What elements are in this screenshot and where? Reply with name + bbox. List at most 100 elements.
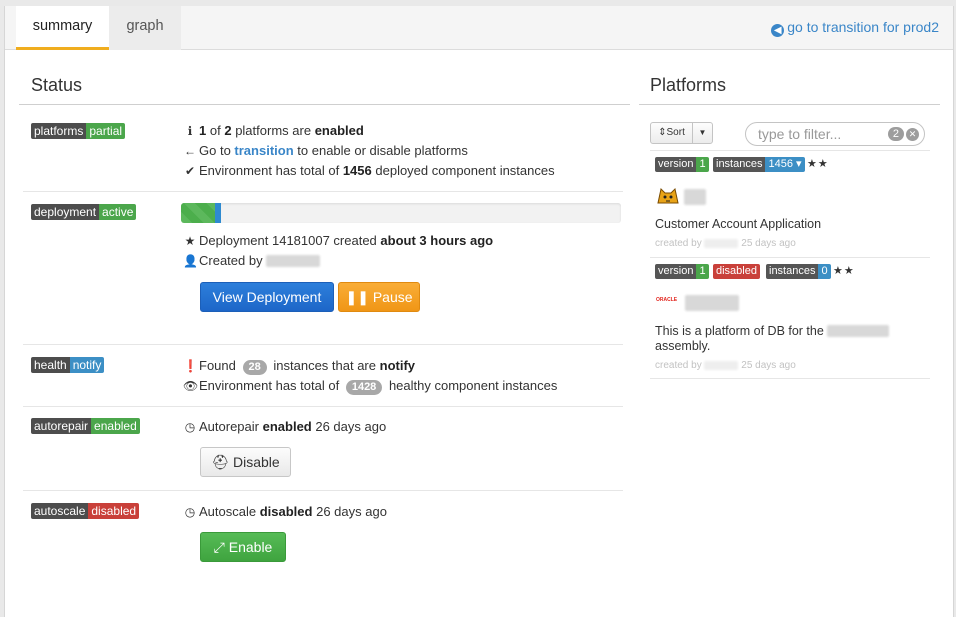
autoscale-label-value: disabled xyxy=(88,503,140,519)
disable-button-label: Disable xyxy=(232,454,280,470)
health-label-value: notify xyxy=(69,357,105,373)
instances-key: instances xyxy=(766,264,819,279)
status-heading: Status xyxy=(31,75,83,95)
instances-value: 0 xyxy=(818,264,831,279)
eye-icon: 👁 xyxy=(183,379,199,393)
health-total-line: 👁Environment has total of 1428 healthy c… xyxy=(183,376,557,396)
expand-arrows-icon: ⤢ xyxy=(213,539,225,555)
caret-down-icon[interactable]: ▼ xyxy=(693,123,712,143)
view-deployment-button[interactable]: View Deployment xyxy=(200,282,334,312)
health-label-key: health xyxy=(31,357,70,373)
platforms-total-line: ✔ Environment has total of 1456 deployed … xyxy=(183,161,555,181)
row-divider xyxy=(23,191,623,192)
version-key: version xyxy=(655,157,697,172)
row-divider xyxy=(23,406,623,407)
sort-label: Sort xyxy=(666,127,685,138)
platform-1-description: Customer Account Application xyxy=(655,217,822,231)
disabled-state: disabled xyxy=(713,264,760,279)
platform-2-version-label: version 1 xyxy=(655,264,709,279)
medkit-icon: ⛑ xyxy=(211,454,230,470)
enable-autoscale-button[interactable]: ⤢ Enable xyxy=(200,532,286,562)
redacted-assembly-name xyxy=(827,325,890,337)
clock-icon: ◷ xyxy=(184,420,196,434)
clear-filter-icon[interactable]: ✕ xyxy=(906,128,919,141)
check-circle-icon: ✔ xyxy=(184,164,196,178)
autoscale-line: ◷ Autoscale disabled 26 days ago xyxy=(183,502,387,522)
autorepair-label-value: enabled xyxy=(91,418,140,434)
go-to-transition-link[interactable]: ◀ go to transition for prod2 xyxy=(771,19,939,37)
instances-value: 1456 ▾ xyxy=(765,157,805,172)
healthy-count-badge[interactable]: 1428 xyxy=(345,380,383,395)
platforms-label-value: partial xyxy=(86,123,126,139)
platform-1-meta: created by 25 days ago xyxy=(655,238,796,249)
tomcat-logo-icon xyxy=(656,185,680,207)
main-frame: summary graph ◀ go to transition for prod… xyxy=(4,6,954,617)
arrow-circle-left-icon: ◀ xyxy=(771,24,785,37)
clock-icon: ◷ xyxy=(184,505,196,519)
notify-count-badge[interactable]: 28 xyxy=(242,360,267,375)
autorepair-label: autorepair enabled xyxy=(31,418,140,434)
exclamation-circle-icon: ❗ xyxy=(183,359,198,373)
platforms-transition-line: ← Go to transition to enable or disable p… xyxy=(183,141,468,161)
platforms-divider xyxy=(639,104,940,105)
row-divider xyxy=(23,490,623,491)
platforms-label-key: platforms xyxy=(31,123,87,139)
platform-2-disabled-label: disabled xyxy=(713,264,760,279)
platform-2-instances-label[interactable]: instances 0 xyxy=(766,264,831,279)
status-divider xyxy=(19,104,630,105)
disable-autorepair-button[interactable]: ⛑ Disable xyxy=(200,447,291,477)
platform-2-meta: created by 25 days ago xyxy=(655,360,796,371)
autoscale-label: autoscale disabled xyxy=(31,503,140,519)
platforms-heading: Platforms xyxy=(650,75,727,95)
row-divider xyxy=(23,344,623,345)
platform-divider xyxy=(650,378,930,379)
redacted-creator xyxy=(704,361,739,370)
version-value: 1 xyxy=(696,264,709,279)
pause-icon: ❚❚ xyxy=(345,289,369,305)
sort-icon: ⇕ xyxy=(658,127,667,138)
redacted-platform-name xyxy=(684,189,706,205)
transition-link[interactable]: transition xyxy=(234,143,293,158)
oracle-logo-icon: ORACLE xyxy=(656,297,678,303)
redacted-creator xyxy=(704,239,739,248)
deployment-progress-bar xyxy=(181,203,621,223)
user-icon: 👤 xyxy=(183,254,198,268)
autorepair-label-key: autorepair xyxy=(31,418,92,434)
version-key: version xyxy=(655,264,697,279)
platform-2-stars: ★★ xyxy=(833,265,855,277)
pause-button[interactable]: ❚❚ Pause xyxy=(338,282,420,312)
health-label: health notify xyxy=(31,357,105,373)
platform-divider xyxy=(650,257,930,258)
info-circle-icon: ℹ xyxy=(187,124,193,138)
platform-divider xyxy=(650,150,930,151)
pause-button-label: Pause xyxy=(372,289,413,305)
deployment-created-by-line: 👤Created by xyxy=(183,251,321,271)
redacted-username xyxy=(266,255,321,267)
instances-key: instances xyxy=(713,157,766,172)
platform-filter: 2 ✕ xyxy=(745,122,925,146)
filter-count-badge: 2 xyxy=(887,127,904,141)
arrow-left-icon: ← xyxy=(184,144,196,158)
tab-graph[interactable]: graph xyxy=(109,6,181,50)
tab-summary[interactable]: summary xyxy=(16,6,109,50)
deployment-label-value: active xyxy=(99,204,137,220)
transition-link-label: go to transition for prod2 xyxy=(787,19,939,35)
platform-1-stars: ★★ xyxy=(807,158,829,170)
tab-bar: summary graph ◀ go to transition for prod… xyxy=(5,6,953,50)
enable-button-label: Enable xyxy=(228,539,273,555)
deployment-progress-fill xyxy=(181,203,221,223)
autorepair-line: ◷ Autorepair enabled 26 days ago xyxy=(183,417,386,437)
platforms-enabled-line: ℹ1 of 2 platforms are enabled xyxy=(183,121,364,141)
platform-1-instances-label[interactable]: instances 1456 ▾ xyxy=(713,157,805,172)
sort-button[interactable]: ⇕Sort xyxy=(651,123,693,143)
deployment-label-key: deployment xyxy=(31,204,100,220)
autoscale-label-key: autoscale xyxy=(31,503,89,519)
platform-filter-input[interactable] xyxy=(758,125,878,143)
platform-2-description: This is a platform of DB for the assembl… xyxy=(655,324,890,354)
platforms-label: platforms partial xyxy=(31,123,126,139)
redacted-platform-name xyxy=(685,295,739,311)
star-icon: ★ xyxy=(184,234,196,248)
version-value: 1 xyxy=(696,157,709,172)
health-found-line: ❗Found 28 instances that are notify xyxy=(183,356,415,376)
sort-dropdown[interactable]: ⇕Sort ▼ xyxy=(650,122,713,144)
